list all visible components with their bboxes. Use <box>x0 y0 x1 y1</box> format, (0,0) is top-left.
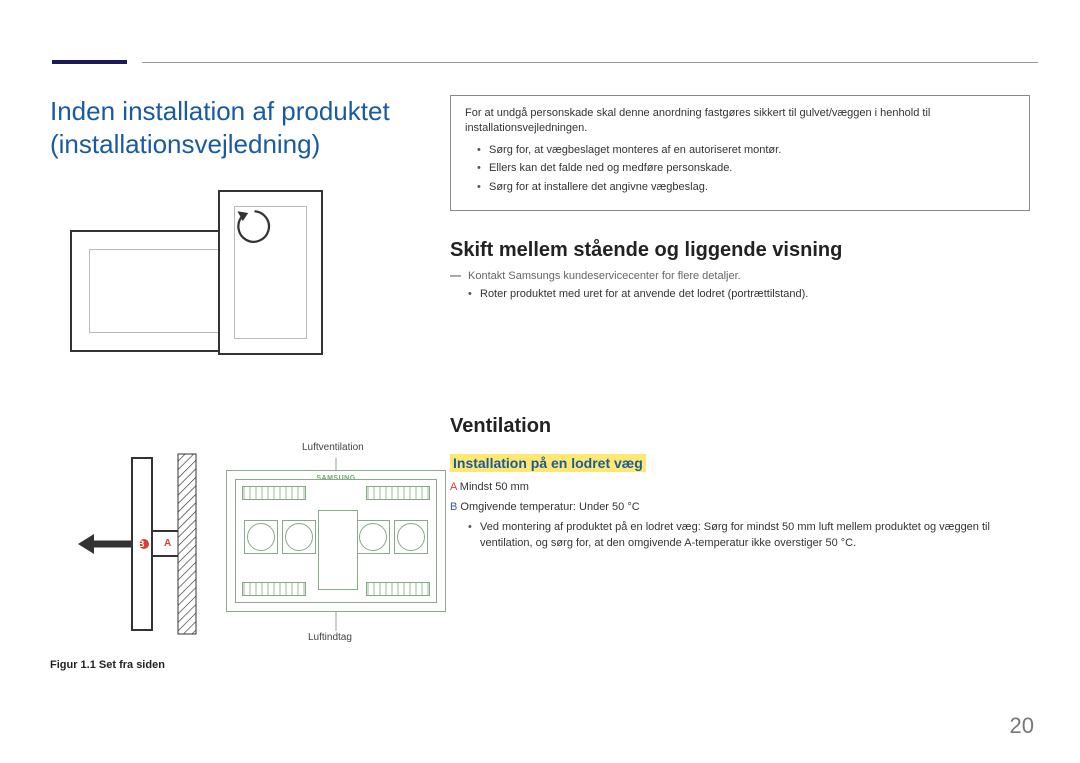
fan-icon <box>356 520 390 554</box>
header-rule <box>142 62 1038 63</box>
section-switch-bullet: Roter produktet med uret for at anvende … <box>450 288 1030 300</box>
fan-icon <box>282 520 316 554</box>
vent-b-text: Omgivende temperatur: Under 50 °C <box>457 501 639 513</box>
letter-a: A <box>450 481 457 493</box>
header-mark <box>52 60 127 64</box>
vent-slot <box>366 582 430 596</box>
rotation-figure <box>70 190 310 360</box>
warning-box: For at undgå personskade skal denne anor… <box>450 95 1030 211</box>
page-header <box>42 60 1038 65</box>
vent-slot <box>242 486 306 500</box>
warning-bullets: Sørg for, at vægbeslaget monteres af en … <box>465 143 1015 195</box>
rear-panel: SAMSUNG <box>226 470 446 612</box>
fan-icon <box>394 520 428 554</box>
vent-slot <box>242 582 306 596</box>
ventilation-title: Ventilation <box>450 415 1030 438</box>
warning-bullet: Ellers kan det falde ned og medføre pers… <box>477 161 1015 176</box>
fan-icon <box>244 520 278 554</box>
side-letter-a: A <box>164 538 171 549</box>
ventilation-section: Ventilation Installation på en lodret væ… <box>450 415 1030 552</box>
rear-inner <box>235 479 437 603</box>
warning-lead: For at undgå personskade skal denne anor… <box>465 106 1015 137</box>
warning-bullet: Sørg for at installere det angivne vægbe… <box>477 180 1015 195</box>
main-title: Inden installation af produktet (install… <box>50 95 430 160</box>
vent-a-text: Mindst 50 mm <box>457 481 529 493</box>
warning-bullet: Sørg for, at vægbeslaget monteres af en … <box>477 143 1015 158</box>
side-letter-b: B <box>138 539 145 549</box>
right-column: For at undgå personskade skal denne anor… <box>450 95 1030 552</box>
page-number: 20 <box>1010 713 1034 739</box>
section-switch-title: Skift mellem stående og liggende visning <box>450 239 1030 262</box>
main-title-line2: (installationsvejledning) <box>50 129 320 159</box>
vent-line-b: B Omgivende temperatur: Under 50 °C <box>450 501 1030 513</box>
vent-bullet: Ved montering af produktet på en lodret … <box>450 519 1030 552</box>
figure-caption: Figur 1.1 Set fra siden <box>50 659 430 671</box>
label-bottom: Luftindtag <box>308 632 352 643</box>
side-figure: B A SAMSUNG Luftventilation Luftindtag <box>50 436 430 651</box>
vent-line-a: A Mindst 50 mm <box>450 481 1030 493</box>
io-panel <box>318 510 358 590</box>
ventilation-subtitle: Installation på en lodret væg <box>450 454 646 472</box>
main-title-line1: Inden installation af produktet <box>50 96 390 126</box>
vent-slot <box>366 486 430 500</box>
ventilation-figure-block: B A SAMSUNG Luftventilation Luftindtag F… <box>50 436 430 671</box>
left-column: Inden installation af produktet (install… <box>50 95 430 360</box>
rotate-clockwise-icon <box>232 204 277 249</box>
label-top: Luftventilation <box>302 442 364 453</box>
section-switch-note: Kontakt Samsungs kundeservicecenter for … <box>450 270 1030 282</box>
